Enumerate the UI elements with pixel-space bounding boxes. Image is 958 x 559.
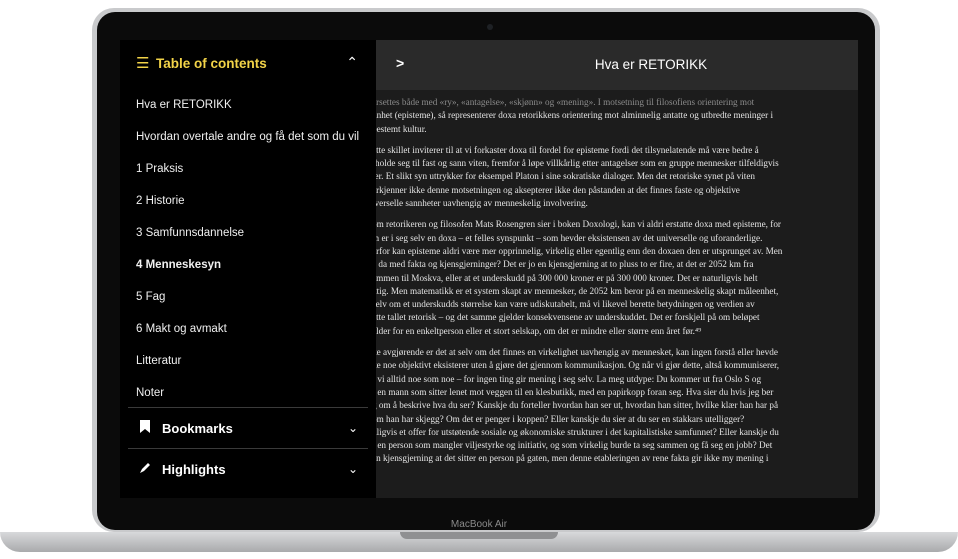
reader-pane: ersettes både med «ry», «antagelse», «sk… — [376, 40, 858, 498]
text-line: ke avgjørende er det at selv om det finn… — [376, 347, 778, 358]
paragraph: ette skillet inviterer til at vi forkast… — [376, 144, 858, 210]
text-line: om retorikeren og filosofen Mats Rosengr… — [376, 219, 781, 230]
text-line: ette tallet retorisk – og det samme gjel… — [376, 312, 760, 323]
highlights-label: Highlights — [162, 461, 226, 477]
text-line: iverselle sannheter uavhengig av mennesk… — [376, 198, 588, 209]
camera — [487, 24, 493, 30]
bookmarks-label: Bookmarks — [162, 420, 233, 436]
text-line: r vi alltid noe som noe – for ingen ting… — [376, 373, 762, 384]
bookmarks-section[interactable]: Bookmarks ⌄ — [128, 407, 368, 448]
bookmark-icon — [138, 420, 152, 436]
text-line: a da med fakta og kjensgjerninger? Det e… — [376, 259, 754, 270]
paragraph: ke avgjørende er det at selv om det finn… — [376, 346, 858, 466]
toc-item[interactable]: 6 Makt og avmakt — [136, 318, 372, 350]
text-line: ktig. Men matematikk er et system skapt … — [376, 285, 779, 296]
book-text: ersettes både med «ry», «antagelse», «sk… — [376, 96, 858, 474]
paragraph: om retorikeren og filosofen Mats Rosengr… — [376, 218, 858, 338]
text-line: erfor kan episteme aldri være mer opprin… — [376, 245, 783, 256]
text-line: om han har skjegg? Om det er penger i ko… — [376, 413, 745, 424]
toc-item[interactable]: 4 Menneskesyn — [136, 254, 372, 286]
chevron-down-icon[interactable]: ⌄ — [348, 421, 358, 435]
text-line: ette skillet inviterer til at vi forkast… — [376, 144, 759, 155]
chevron-down-icon[interactable]: ⌄ — [348, 462, 358, 476]
text-line: selv om et underskudds størrelse kan vær… — [376, 299, 755, 310]
book-title: Hva er RETORIKK — [594, 57, 708, 72]
text-line: ersettes både med «ry», «antagelse», «sk… — [376, 97, 755, 107]
text-line: m er i seg selv en doxa – et felles syns… — [376, 232, 763, 243]
text-line: uligvis et offer for utstøtende sosiale … — [376, 426, 779, 437]
toc-item[interactable]: Hva er RETORIKK — [136, 94, 372, 126]
sidebar: ☰ Table of contents ⌃ Hva er RETORIKK Hvo… — [120, 40, 376, 498]
reader-topbar: > Hva er RETORIKK — [376, 40, 858, 90]
text-line: bestemt kultur. — [376, 123, 427, 134]
text-line: elder for en enkeltperson eller et stort… — [376, 325, 702, 336]
text-line: r en person som mangler viljestyrke og i… — [376, 440, 773, 451]
toc-header[interactable]: ☰ Table of contents ⌃ — [136, 52, 366, 74]
highlighter-icon — [138, 461, 152, 477]
chevron-right-icon[interactable]: > — [396, 55, 404, 71]
toc-list: Hva er RETORIKK Hvordan overtale andre og… — [136, 94, 372, 414]
text-line: en kjensgjerning at det sitter en person… — [376, 453, 769, 464]
toc-item[interactable]: 1 Praksis — [136, 158, 372, 190]
text-line: erkjenner ikke denne motsetningen og aks… — [376, 184, 740, 195]
toc-item[interactable]: Litteratur — [136, 350, 372, 382]
text-line: g om å beskrive hva du ser? Kanskje du f… — [376, 400, 779, 411]
screen: ☰ Table of contents ⌃ Hva er RETORIKK Hvo… — [120, 40, 858, 498]
toc-item[interactable]: 5 Fag — [136, 286, 372, 318]
toc-item[interactable]: 2 Historie — [136, 190, 372, 222]
list-icon: ☰ — [136, 55, 150, 72]
paragraph: ersettes både med «ry», «antagelse», «sk… — [376, 96, 858, 136]
text-line: nnhet (episteme), så representerer doxa … — [376, 110, 774, 121]
text-line: rholde seg til fast og sann viten, fremf… — [376, 158, 779, 169]
toc-title: Table of contents — [156, 55, 267, 71]
laptop-notch — [400, 532, 558, 539]
device-label: MacBook Air — [450, 519, 508, 530]
text-line: r en mann som sitter lenet mot veggen ti… — [376, 386, 774, 397]
toc-item[interactable]: 3 Samfunnsdannelse — [136, 222, 372, 254]
toc-item[interactable]: Hvordan overtale andre og få det som du … — [136, 126, 372, 158]
text-line: ke noe objektivt eksisterer uten å gjøre… — [376, 360, 780, 371]
chevron-up-icon[interactable]: ⌃ — [346, 54, 358, 71]
text-line: ammen til Moskva, eller at et underskudd… — [376, 272, 758, 283]
highlights-section[interactable]: Highlights ⌄ — [128, 448, 368, 489]
text-line: ler. Et slikt syn uttrykker for eksempel… — [376, 171, 755, 182]
